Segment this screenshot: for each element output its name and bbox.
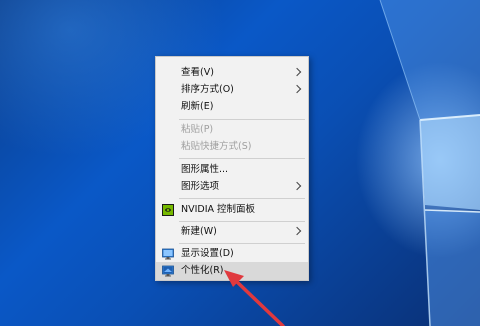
desktop-context-menu: 查看(V) 排序方式(O) 刷新(E) 粘贴(P) 粘贴快捷方式(S) 图形属性… <box>155 56 309 281</box>
menu-item-new[interactable]: 新建(W) <box>156 223 308 241</box>
menu-item-label: 个性化(R) <box>181 265 224 276</box>
chevron-right-icon <box>292 84 302 94</box>
menu-separator <box>179 158 305 159</box>
menu-item-view[interactable]: 查看(V) <box>156 64 308 82</box>
menu-separator <box>179 198 305 199</box>
menu-item-nvidia-control-panel[interactable]: NVIDIA 控制面板 <box>156 201 308 219</box>
menu-item-label: 查看(V) <box>181 67 214 78</box>
menu-separator <box>179 221 305 222</box>
chevron-right-icon <box>292 181 302 191</box>
display-icon <box>162 248 174 260</box>
menu-separator <box>179 119 305 120</box>
menu-item-paste: 粘贴(P) <box>156 121 308 139</box>
menu-separator <box>179 243 305 244</box>
menu-item-label: 图形属性... <box>181 164 229 175</box>
personalize-icon <box>162 265 174 277</box>
menu-item-personalize[interactable]: 个性化(R) <box>156 262 308 280</box>
menu-item-label: 图形选项 <box>181 181 220 192</box>
menu-item-label: NVIDIA 控制面板 <box>181 204 256 215</box>
menu-item-refresh[interactable]: 刷新(E) <box>156 98 308 116</box>
menu-item-label: 粘贴快捷方式(S) <box>181 141 252 152</box>
menu-item-label: 刷新(E) <box>181 101 214 112</box>
menu-item-paste-shortcut: 粘贴快捷方式(S) <box>156 138 308 156</box>
menu-item-label: 粘贴(P) <box>181 124 214 135</box>
chevron-right-icon <box>292 226 302 236</box>
menu-item-label: 显示设置(D) <box>181 248 234 259</box>
menu-item-graphics-options[interactable]: 图形选项 <box>156 178 308 196</box>
menu-item-label: 排序方式(O) <box>181 84 234 95</box>
menu-item-graphics-properties[interactable]: 图形属性... <box>156 161 308 179</box>
chevron-right-icon <box>292 67 302 77</box>
nvidia-icon <box>162 204 174 216</box>
menu-item-label: 新建(W) <box>181 226 217 237</box>
menu-item-display-settings[interactable]: 显示设置(D) <box>156 245 308 263</box>
menu-item-sort-by[interactable]: 排序方式(O) <box>156 81 308 99</box>
